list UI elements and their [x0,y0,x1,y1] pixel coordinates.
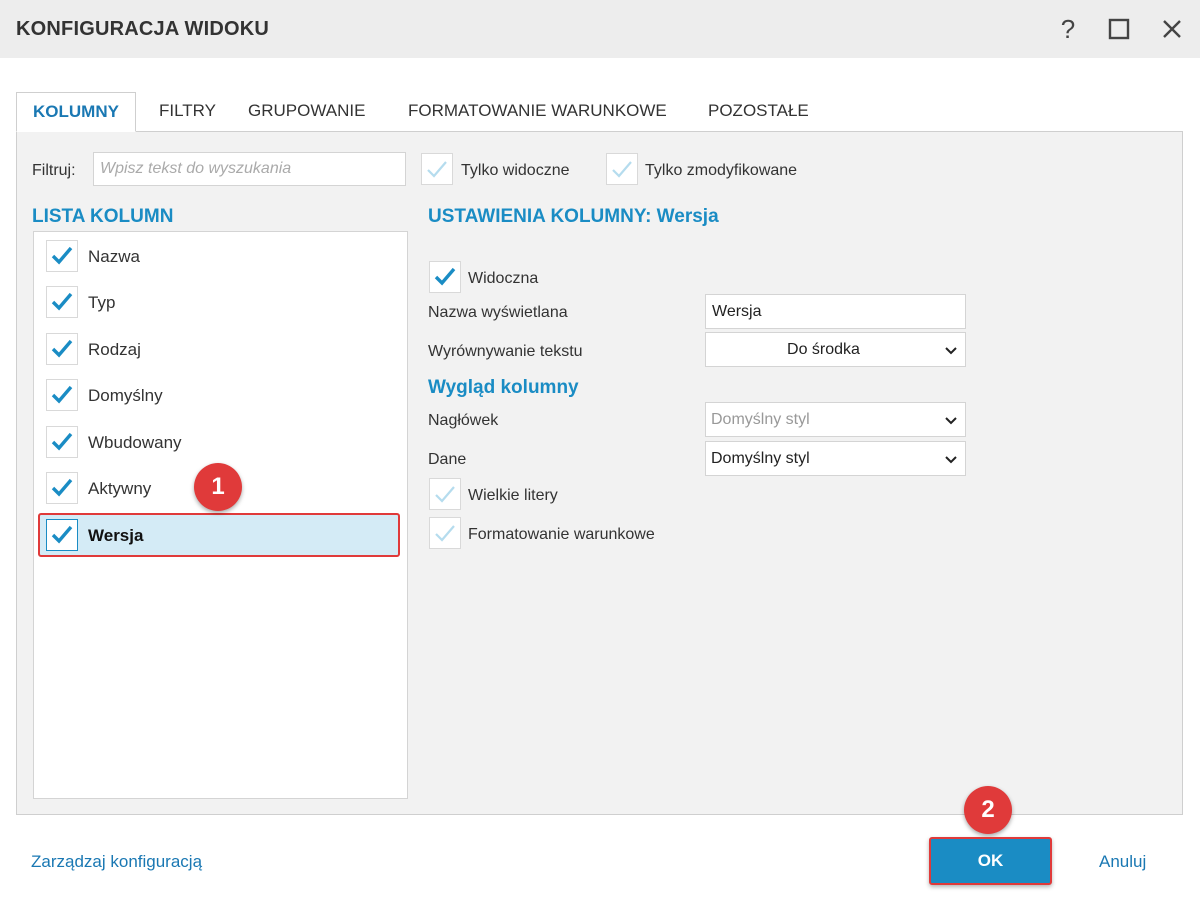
chevron-down-icon [945,451,957,467]
display-name-input[interactable]: Wersja [705,294,966,329]
column-checkbox[interactable] [46,333,78,365]
column-appearance-title: Wygląd kolumny [428,377,579,398]
data-style-value: Domyślny styl [711,449,810,467]
tab-kolumny[interactable]: KOLUMNY [16,92,136,132]
help-icon[interactable]: ? [1048,10,1088,48]
checkmark-icon [51,339,73,358]
column-checkbox[interactable] [46,286,78,318]
list-item[interactable]: Typ [38,280,400,324]
filter-label: Filtruj: [32,162,76,179]
column-label: Nazwa [88,247,140,266]
display-name-label: Nazwa wyświetlana [428,304,568,321]
checkmark-icon [51,385,73,404]
list-item[interactable]: Domyślny [38,373,400,417]
column-checkbox[interactable] [46,426,78,458]
column-list[interactable]: Nazwa Typ Rodzaj Domyślny Wbudowany Akty… [33,231,408,799]
annotation-badge-1: 1 [194,463,242,511]
column-label: Wbudowany [88,433,182,452]
text-alignment-value: Do środka [787,340,860,358]
chevron-down-icon [945,412,957,428]
column-list-title: LISTA KOLUMN [32,206,174,227]
ok-button[interactable]: OK [929,837,1052,885]
column-settings-title: USTAWIENIA KOLUMNY: Wersja [428,206,719,227]
column-checkbox[interactable] [46,472,78,504]
column-checkbox[interactable] [46,519,78,551]
tab-grupowanie[interactable]: GRUPOWANIE [232,92,381,131]
text-alignment-label: Wyrównywanie tekstu [428,343,583,360]
conditional-format-checkbox[interactable] [429,517,461,549]
dialog-title: KONFIGURACJA WIDOKU [16,18,270,40]
checkmark-icon [51,246,73,265]
checkmark-icon [51,292,73,311]
annotation-badge-2: 2 [964,786,1012,834]
tab-formatowanie-warunkowe[interactable]: FORMATOWANIE WARUNKOWE [392,92,683,131]
checkmark-icon [612,161,632,178]
manage-configuration-link[interactable]: Zarządzaj konfiguracją [31,852,202,872]
tab-pozostale[interactable]: POZOSTAŁE [692,92,825,131]
column-checkbox[interactable] [46,379,78,411]
checkmark-icon [51,432,73,451]
uppercase-label: Wielkie litery [468,487,558,504]
list-item[interactable]: Wbudowany [38,420,400,464]
display-name-value: Wersja [712,302,762,320]
list-item[interactable]: Nazwa [38,234,400,278]
close-icon[interactable] [1152,10,1192,48]
checkmark-icon [427,161,447,178]
only-visible-label: Tylko widoczne [461,162,570,179]
data-style-select[interactable]: Domyślny styl [705,441,966,476]
column-label: Rodzaj [88,340,141,359]
column-label: Aktywny [88,479,152,498]
columns-panel: Filtruj: Wpisz tekst do wyszukania Tylko… [16,131,1183,815]
only-modified-checkbox[interactable] [606,153,638,185]
column-checkbox[interactable] [46,240,78,272]
title-bar: KONFIGURACJA WIDOKU ? [0,0,1200,58]
uppercase-checkbox[interactable] [429,478,461,510]
only-modified-label: Tylko zmodyfikowane [645,162,798,179]
header-style-value: Domyślny styl [711,410,810,428]
list-item[interactable]: Rodzaj [38,327,400,371]
column-label: Domyślny [88,386,163,405]
header-style-select[interactable]: Domyślny styl [705,402,966,437]
checkmark-icon [51,478,73,497]
visible-label: Widoczna [468,270,539,287]
data-style-label: Dane [428,451,467,468]
chevron-down-icon [945,342,957,358]
list-item-selected[interactable]: Wersja [38,513,400,557]
conditional-format-label: Formatowanie warunkowe [468,526,655,543]
tab-filtry[interactable]: FILTRY [143,92,232,131]
filter-input[interactable]: Wpisz tekst do wyszukania [93,152,406,186]
column-label: Wersja [88,526,144,545]
cancel-button[interactable]: Anuluj [1099,852,1146,872]
filter-placeholder: Wpisz tekst do wyszukania [100,160,292,177]
maximize-icon[interactable] [1099,10,1139,48]
checkmark-icon [435,486,455,503]
text-alignment-select[interactable]: Do środka [705,332,966,367]
column-label: Typ [88,293,116,312]
checkmark-icon [51,525,73,544]
only-visible-checkbox[interactable] [421,153,453,185]
header-style-label: Nagłówek [428,412,499,429]
visible-checkbox[interactable] [429,261,461,293]
checkmark-icon [435,525,455,542]
checkmark-icon [434,267,456,286]
